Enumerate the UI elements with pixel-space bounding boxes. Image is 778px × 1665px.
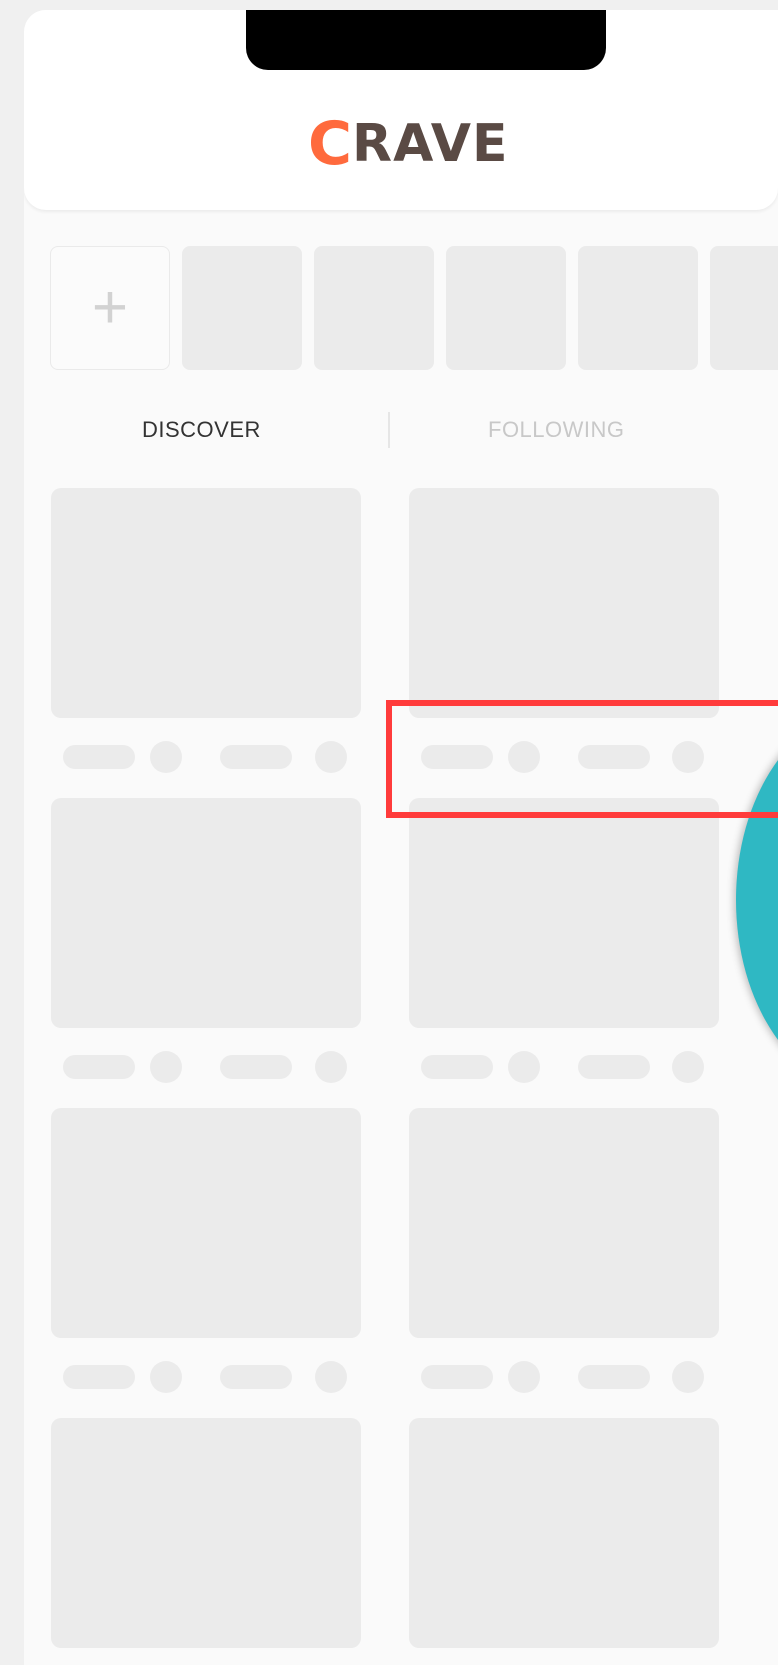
tab-divider [388, 412, 390, 448]
card-avatar-placeholder [672, 1361, 704, 1393]
phone-screen: C RAVE + DISCOVER FOLLOWING [24, 10, 778, 1665]
stories-row: + [50, 246, 778, 370]
card-meta-placeholder [220, 745, 292, 769]
card-meta-placeholder [220, 1055, 292, 1079]
story-placeholder[interactable] [710, 246, 778, 370]
card-avatar-placeholder [315, 1051, 347, 1083]
card-meta-placeholder [421, 1365, 493, 1389]
card-avatar-placeholder [672, 1051, 704, 1083]
story-placeholder[interactable] [314, 246, 434, 370]
feed-card-image[interactable] [409, 1418, 719, 1648]
card-avatar-placeholder [150, 741, 182, 773]
highlight-box [386, 700, 778, 818]
card-avatar-placeholder [315, 1361, 347, 1393]
crave-logo: C RAVE [308, 109, 509, 179]
card-meta-placeholder [578, 1365, 650, 1389]
feed-card-image[interactable] [409, 798, 719, 1028]
card-meta-placeholder [63, 745, 135, 769]
logo-mark: C [308, 109, 353, 179]
card-avatar-placeholder [150, 1361, 182, 1393]
device-notch [246, 10, 606, 70]
feed-card-image[interactable] [51, 798, 361, 1028]
card-avatar-placeholder [508, 1361, 540, 1393]
story-placeholder[interactable] [578, 246, 698, 370]
tab-following[interactable]: FOLLOWING [488, 408, 625, 452]
card-avatar-placeholder [315, 741, 347, 773]
plus-icon: + [91, 273, 129, 342]
card-avatar-placeholder [150, 1051, 182, 1083]
card-avatar-placeholder [508, 1051, 540, 1083]
feed-tabs: DISCOVER FOLLOWING [24, 408, 778, 452]
card-meta-placeholder [578, 1055, 650, 1079]
feed-card-image[interactable] [409, 1108, 719, 1338]
card-meta-placeholder [421, 1055, 493, 1079]
card-meta-placeholder [63, 1365, 135, 1389]
logo-wordmark: RAVE [352, 114, 509, 174]
feed-card-image[interactable] [409, 488, 719, 718]
story-placeholder[interactable] [446, 246, 566, 370]
feed-card-image[interactable] [51, 488, 361, 718]
feed-card-image[interactable] [51, 1418, 361, 1648]
feed-card-image[interactable] [51, 1108, 361, 1338]
tab-discover[interactable]: DISCOVER [142, 408, 261, 452]
story-placeholder[interactable] [182, 246, 302, 370]
card-meta-placeholder [63, 1055, 135, 1079]
card-meta-placeholder [220, 1365, 292, 1389]
add-story-button[interactable]: + [50, 246, 170, 370]
